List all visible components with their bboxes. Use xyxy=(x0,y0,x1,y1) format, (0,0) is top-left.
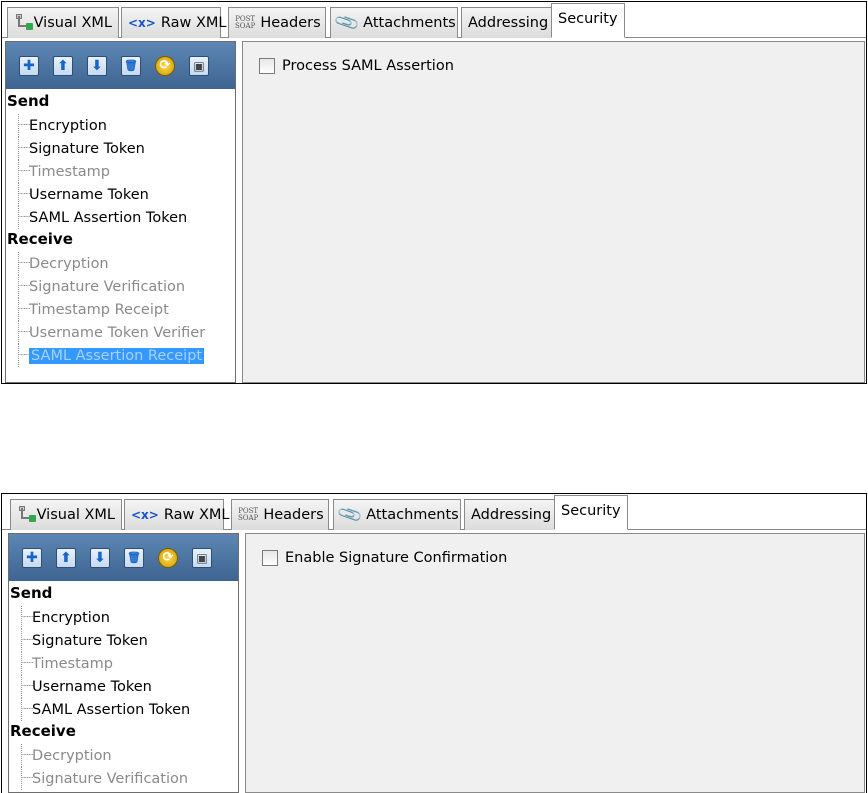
xml-tag-icon: <x> xyxy=(128,16,156,30)
process-saml-assertion-option[interactable]: Process SAML Assertion xyxy=(259,58,454,74)
tab-label: Visual XML xyxy=(36,507,115,523)
xml-tag-icon: <x> xyxy=(131,508,159,522)
tab-addressing[interactable]: Addressing xyxy=(461,7,552,38)
tree-item-timestamp[interactable]: ┈┈Timestamp xyxy=(6,160,235,183)
security-tree: Send ┈┈Encryption ┈┈Signature Token ┈┈Ti… xyxy=(6,89,235,367)
move-down-icon[interactable]: ⬇ xyxy=(90,547,110,568)
tab-attachments[interactable]: 📎 Attachments xyxy=(330,7,458,38)
tab-label: Visual XML xyxy=(33,15,112,31)
post-soap-icon: POST SOAP xyxy=(235,15,256,30)
tree-item-decryption[interactable]: ┈┈Decryption xyxy=(6,252,235,275)
tab-label: Addressing xyxy=(468,15,549,31)
tree-item-timestamp-receipt[interactable]: ┈┈Timestamp Receipt xyxy=(6,298,235,321)
tab-label: Addressing xyxy=(471,507,552,523)
tab-bar: Visual XML <x> Raw XML POST SOAP Headers … xyxy=(2,494,866,530)
tree-icon xyxy=(14,14,33,32)
tree-group-send[interactable]: Send xyxy=(6,91,235,114)
security-panel-signature-verification: Visual XML <x> Raw XML POST SOAP Headers … xyxy=(1,493,867,793)
add-icon[interactable]: ✚ xyxy=(22,547,42,568)
checkbox-label: Process SAML Assertion xyxy=(282,58,454,74)
refresh-icon[interactable]: ⟳ xyxy=(158,547,178,568)
tree-item-signature-token[interactable]: ┈┈Signature Token xyxy=(9,629,238,652)
security-tree: Send ┈┈Encryption ┈┈Signature Token ┈┈Ti… xyxy=(9,581,238,790)
tab-label: Attachments xyxy=(366,507,459,523)
save-icon[interactable]: ▣ xyxy=(192,547,212,568)
move-up-icon[interactable]: ⬆ xyxy=(53,55,73,76)
tab-label: Raw XML xyxy=(160,15,227,31)
tab-label: Security xyxy=(558,11,618,27)
tree-item-encryption[interactable]: ┈┈Encryption xyxy=(9,606,238,629)
tree-icon xyxy=(17,506,36,524)
tree-item-signature-token[interactable]: ┈┈Signature Token xyxy=(6,137,235,160)
tab-label: Headers xyxy=(260,15,321,31)
enable-signature-confirmation-checkbox[interactable] xyxy=(262,550,278,566)
tree-item-timestamp[interactable]: ┈┈Timestamp xyxy=(9,652,238,675)
tree-item-saml-assertion-token[interactable]: ┈┈SAML Assertion Token xyxy=(9,698,238,721)
tree-item-saml-assertion-receipt[interactable]: ┈┈ SAML Assertion Receipt xyxy=(6,344,235,367)
checkbox-label: Enable Signature Confirmation xyxy=(285,550,508,566)
tab-addressing[interactable]: Addressing xyxy=(464,499,555,530)
tree-item-saml-assertion-token[interactable]: ┈┈SAML Assertion Token xyxy=(6,206,235,229)
tab-label: Headers xyxy=(263,507,324,523)
tab-visual-xml[interactable]: Visual XML xyxy=(7,7,119,38)
tree-item-username-token[interactable]: ┈┈Username Token xyxy=(6,183,235,206)
tree-toolbar: ✚ ⬆ ⬇ 🗑 ⟳ ▣ xyxy=(6,42,235,89)
tree-item-signature-verification[interactable]: ┈┈Signature Verification xyxy=(9,767,238,790)
tree-item-username-token-verifier[interactable]: ┈┈Username Token Verifier xyxy=(6,321,235,344)
add-icon[interactable]: ✚ xyxy=(19,55,39,76)
tab-visual-xml[interactable]: Visual XML xyxy=(10,499,122,530)
tree-item-encryption[interactable]: ┈┈Encryption xyxy=(6,114,235,137)
tree-item-decryption[interactable]: ┈┈Decryption xyxy=(9,744,238,767)
delete-icon[interactable]: 🗑 xyxy=(124,547,144,568)
paperclip-icon: 📎 xyxy=(336,501,365,529)
settings-panel: Enable Signature Confirmation xyxy=(245,533,865,793)
security-panel-saml-receipt: Visual XML <x> Raw XML POST SOAP Headers … xyxy=(1,1,867,384)
paperclip-icon: 📎 xyxy=(333,9,362,37)
process-saml-assertion-checkbox[interactable] xyxy=(259,58,275,74)
tab-label: Security xyxy=(561,503,621,519)
tree-toolbar: ✚ ⬆ ⬇ 🗑 ⟳ ▣ xyxy=(9,534,238,581)
tab-label: Raw XML xyxy=(163,507,230,523)
tree-group-receive[interactable]: Receive xyxy=(9,721,238,744)
tab-raw-xml[interactable]: <x> Raw XML xyxy=(121,7,227,38)
tree-group-receive[interactable]: Receive xyxy=(6,229,235,252)
post-soap-icon: POST SOAP xyxy=(238,507,259,522)
move-down-icon[interactable]: ⬇ xyxy=(87,55,107,76)
tree-item-username-token[interactable]: ┈┈Username Token xyxy=(9,675,238,698)
tab-security[interactable]: Security xyxy=(551,3,625,38)
tab-label: Attachments xyxy=(363,15,456,31)
settings-panel: Process SAML Assertion xyxy=(242,41,865,383)
delete-icon[interactable]: 🗑 xyxy=(121,55,141,76)
tree-item-signature-verification[interactable]: ┈┈Signature Verification xyxy=(6,275,235,298)
security-tree-panel: ✚ ⬆ ⬇ 🗑 ⟳ ▣ Send ┈┈Encryption ┈┈Signatur… xyxy=(8,533,239,793)
tab-bar: Visual XML <x> Raw XML POST SOAP Headers … xyxy=(2,2,866,38)
enable-signature-confirmation-option[interactable]: Enable Signature Confirmation xyxy=(262,550,507,566)
tab-security[interactable]: Security xyxy=(554,495,628,530)
tab-headers[interactable]: POST SOAP Headers xyxy=(228,7,326,38)
save-icon[interactable]: ▣ xyxy=(189,55,209,76)
security-tree-panel: ✚ ⬆ ⬇ 🗑 ⟳ ▣ Send ┈┈Encryption ┈┈Signatur… xyxy=(5,41,236,383)
refresh-icon[interactable]: ⟳ xyxy=(155,55,175,76)
tab-attachments[interactable]: 📎 Attachments xyxy=(333,499,461,530)
tab-raw-xml[interactable]: <x> Raw XML xyxy=(124,499,230,530)
move-up-icon[interactable]: ⬆ xyxy=(56,547,76,568)
tab-headers[interactable]: POST SOAP Headers xyxy=(231,499,329,530)
tree-group-send[interactable]: Send xyxy=(9,583,238,606)
